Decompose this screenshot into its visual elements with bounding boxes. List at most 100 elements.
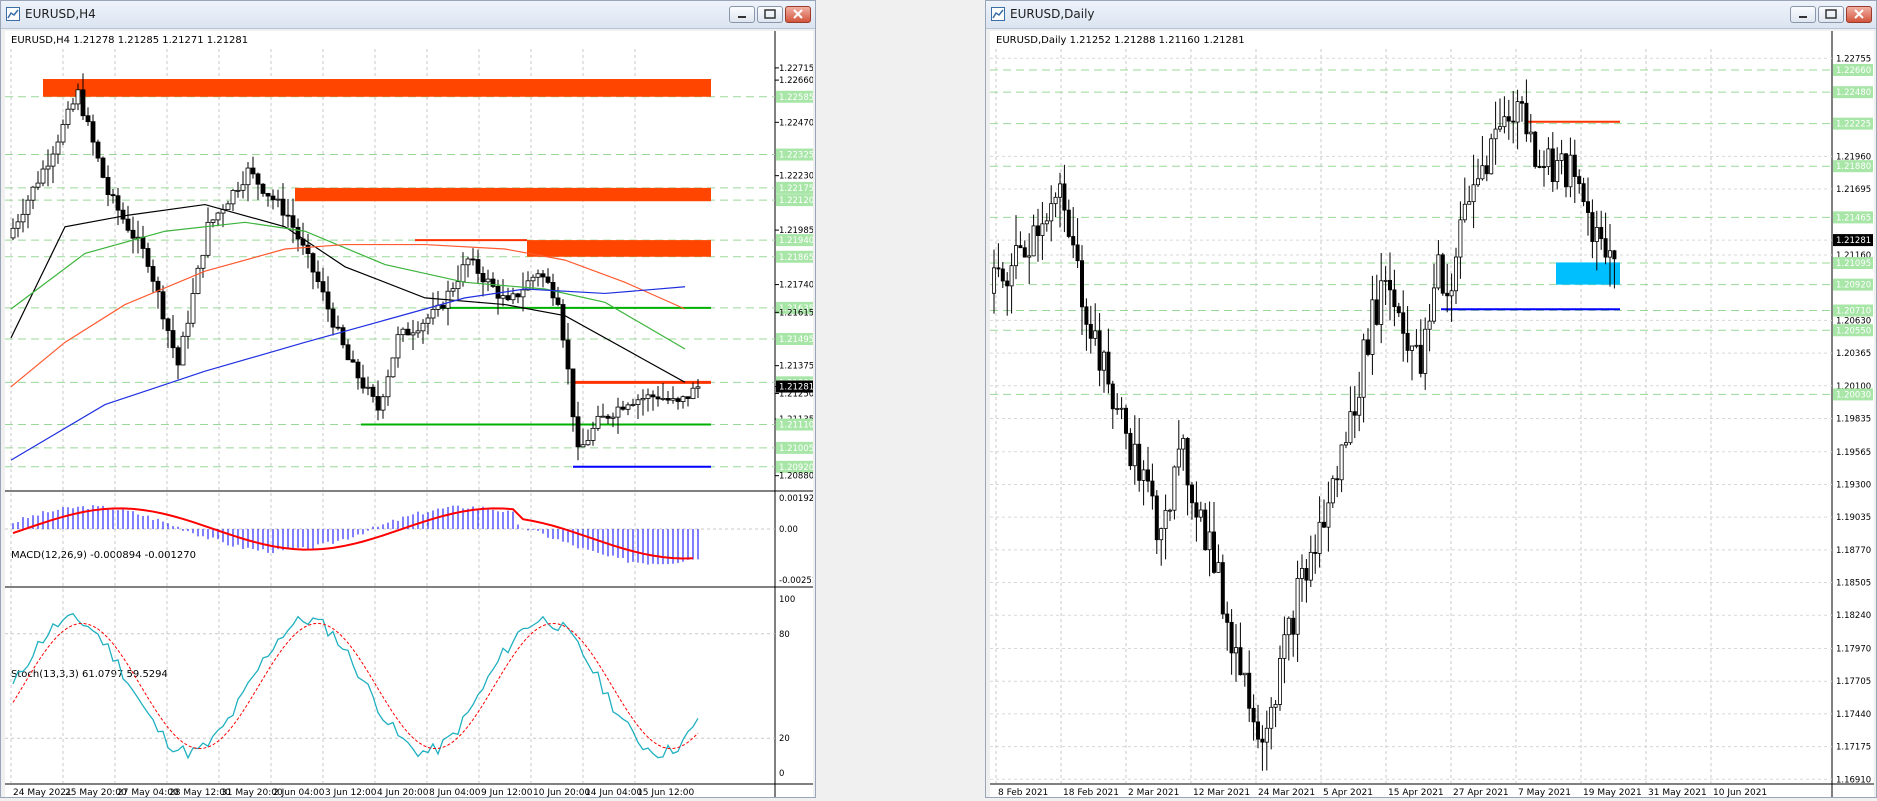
candle-body bbox=[215, 212, 221, 221]
candle-body bbox=[285, 214, 291, 217]
candle-body bbox=[320, 281, 326, 293]
candle-body bbox=[275, 198, 281, 201]
candle-body bbox=[1427, 320, 1432, 330]
resistance-zone bbox=[295, 187, 711, 202]
maximize-button[interactable] bbox=[1818, 6, 1844, 23]
candle-body bbox=[485, 278, 491, 283]
minimize-icon bbox=[1799, 16, 1807, 18]
candle-body bbox=[460, 264, 466, 283]
candle-body bbox=[660, 398, 666, 400]
title-bar[interactable]: EURUSD,Daily bbox=[986, 1, 1876, 29]
candle-body bbox=[420, 322, 426, 332]
candle-body bbox=[1207, 531, 1212, 551]
candle-body bbox=[40, 168, 46, 184]
candle-body bbox=[425, 317, 431, 324]
candle-body bbox=[365, 386, 371, 389]
candle-body bbox=[1317, 521, 1322, 554]
candle-body bbox=[1471, 184, 1476, 203]
candle-body bbox=[1159, 528, 1164, 541]
close-button[interactable] bbox=[1846, 6, 1872, 23]
candle-body bbox=[1282, 634, 1287, 659]
candle-body bbox=[1497, 126, 1502, 130]
candle-body bbox=[405, 328, 411, 336]
candle-body bbox=[1154, 495, 1159, 541]
maximize-button[interactable] bbox=[757, 6, 783, 23]
candle-body bbox=[1321, 521, 1326, 528]
candle-body bbox=[395, 334, 401, 359]
candle-body bbox=[1352, 411, 1357, 416]
price-axis-label: 1.22470 bbox=[779, 118, 813, 128]
candle-body bbox=[1247, 672, 1252, 709]
candle-body bbox=[1594, 227, 1599, 242]
candle-body bbox=[555, 297, 561, 305]
candle-body bbox=[1383, 279, 1388, 282]
macd-label: MACD(12,26,9) -0.000894 -0.001270 bbox=[11, 550, 196, 561]
candle-body bbox=[1453, 256, 1458, 292]
h4-chart-area[interactable]: EURUSD,H4 1.21278 1.21285 1.21271 1.2128… bbox=[5, 31, 820, 798]
candle-body bbox=[1612, 250, 1617, 260]
daily-chart-area[interactable]: EURUSD,Daily 1.21252 1.21288 1.21160 1.2… bbox=[990, 31, 1874, 798]
h4-chart-canvas[interactable]: EURUSD,H4 1.21278 1.21285 1.21271 1.2128… bbox=[5, 31, 820, 798]
candle-body bbox=[1132, 443, 1137, 467]
candle-body bbox=[140, 236, 146, 249]
candle-body bbox=[1577, 176, 1582, 185]
candle-body bbox=[515, 293, 521, 298]
candle-body bbox=[160, 291, 166, 320]
ma-line-red bbox=[10, 243, 686, 388]
candle-body bbox=[1445, 292, 1450, 297]
price-axis-label: 1.19835 bbox=[1836, 414, 1871, 424]
candle-body bbox=[225, 203, 231, 210]
price-axis-label: 1.19035 bbox=[1836, 513, 1871, 523]
candle-body bbox=[1277, 658, 1282, 705]
candle-body bbox=[640, 398, 646, 401]
candle-body bbox=[1440, 254, 1445, 294]
window-eurusd-h4: EURUSD,H4 EURUSD,H4 1.21278 1.21285 1.21… bbox=[0, 0, 820, 798]
title-bar[interactable]: EURUSD,H4 bbox=[1, 1, 815, 29]
candle-body bbox=[1458, 219, 1463, 258]
candle-body bbox=[625, 404, 631, 410]
daily-chart-canvas[interactable]: EURUSD,Daily 1.21252 1.21288 1.21160 1.2… bbox=[990, 31, 1874, 798]
window-title: EURUSD,Daily bbox=[1010, 7, 1095, 21]
candle-body bbox=[1489, 138, 1494, 175]
candle-body bbox=[1141, 469, 1146, 481]
minimize-button[interactable] bbox=[729, 6, 755, 23]
price-axis-label: 1.22225 bbox=[1836, 120, 1871, 130]
time-axis-label: 15 Apr 2021 bbox=[1388, 788, 1444, 797]
candle-body bbox=[1110, 383, 1115, 410]
time-axis-label: 12 Mar 2021 bbox=[1193, 788, 1250, 797]
candle-body bbox=[65, 108, 71, 125]
candle-body bbox=[1449, 290, 1454, 297]
price-axis-label: 1.19565 bbox=[1836, 448, 1871, 458]
candle-body bbox=[1379, 280, 1384, 325]
price-axis-label: 1.18505 bbox=[1836, 579, 1871, 589]
maximize-icon bbox=[1825, 9, 1837, 19]
candle-body bbox=[1436, 254, 1441, 289]
candle-body bbox=[340, 327, 346, 346]
close-button[interactable] bbox=[785, 6, 811, 23]
candle-body bbox=[480, 273, 486, 283]
candle-body bbox=[1053, 196, 1058, 205]
minimize-button[interactable] bbox=[1790, 6, 1816, 23]
time-axis-label: 9 Jun 12:00 bbox=[481, 788, 533, 797]
candle-body bbox=[1049, 203, 1054, 222]
candle-body bbox=[1409, 345, 1414, 351]
candle-body bbox=[125, 218, 131, 231]
candle-body bbox=[690, 387, 696, 399]
candle-body bbox=[520, 289, 526, 298]
candle-body bbox=[1031, 225, 1036, 257]
candle-body bbox=[315, 271, 321, 283]
candle-body bbox=[45, 165, 51, 170]
candle-body bbox=[75, 89, 81, 105]
price-axis-label: 1.21495 bbox=[779, 335, 813, 345]
candle-body bbox=[30, 186, 36, 201]
macd-axis-label: 0.001927 bbox=[779, 494, 813, 504]
candle-body bbox=[1392, 289, 1397, 308]
candle-body bbox=[1163, 509, 1168, 529]
candle-body bbox=[1000, 268, 1005, 282]
candle-body bbox=[455, 281, 461, 290]
candle-body bbox=[1194, 502, 1199, 518]
candle-body bbox=[1102, 351, 1107, 371]
time-axis-label: 5 Apr 2021 bbox=[1323, 788, 1373, 797]
candle-body bbox=[1484, 165, 1489, 175]
candle-body bbox=[1009, 265, 1014, 287]
